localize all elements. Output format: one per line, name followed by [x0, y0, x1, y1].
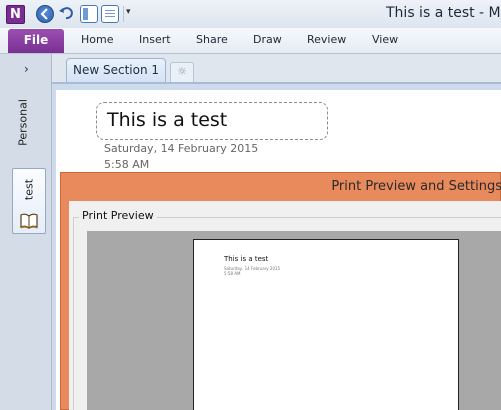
dialog-title: Print Preview and Settings: [331, 179, 501, 194]
print-preview-dialog: Print Preview and Settings Print Preview…: [60, 172, 501, 410]
preview-sheet-title: This is a test: [224, 255, 269, 263]
tab-file[interactable]: File: [8, 29, 64, 53]
ribbon-tabs: File Home Insert Share Draw Review View: [0, 28, 501, 54]
toolbar-separator: [123, 6, 124, 22]
page-date: Saturday, 14 February 2015: [104, 142, 259, 155]
window-title: This is a test - Mi: [386, 5, 501, 21]
page-time: 5:58 AM: [104, 158, 150, 171]
dock-to-desktop-button[interactable]: [80, 5, 98, 23]
page-title[interactable]: This is a test: [107, 109, 227, 131]
preview-sheet: This is a test Saturday, 14 February 201…: [193, 239, 459, 410]
notebook-personal-label: Personal: [16, 99, 30, 146]
undo-button[interactable]: [58, 5, 76, 23]
undo-icon: [59, 7, 73, 20]
expand-navigation-icon[interactable]: ›: [24, 62, 29, 76]
tab-home[interactable]: Home: [81, 33, 113, 46]
dialog-body: Print Preview This is a test Saturday, 1…: [69, 201, 501, 410]
tab-insert[interactable]: Insert: [139, 33, 171, 46]
section-tab-new-section-1[interactable]: New Section 1: [66, 58, 166, 83]
print-preview-area: This is a test Saturday, 14 February 201…: [87, 231, 501, 410]
title-bar: N ▾ This is a test - Mi: [0, 0, 501, 28]
full-page-view-button[interactable]: [101, 5, 119, 23]
tab-view[interactable]: View: [372, 33, 398, 46]
tab-review[interactable]: Review: [307, 33, 346, 46]
open-notebook-icon: [20, 213, 38, 229]
print-preview-label: Print Preview: [79, 209, 157, 222]
notebook-test[interactable]: test: [12, 168, 46, 234]
tab-share[interactable]: Share: [196, 33, 228, 46]
notebook-pane: › Personal test: [0, 54, 52, 410]
tab-draw[interactable]: Draw: [253, 33, 282, 46]
back-arrow-icon: [40, 8, 48, 20]
section-tabs: New Section 1 ☼: [52, 54, 501, 83]
page-title-box[interactable]: This is a test: [96, 102, 328, 140]
create-new-section-icon[interactable]: ☼: [170, 62, 194, 82]
back-button[interactable]: [36, 5, 54, 23]
preview-sheet-time: 5:58 AM: [224, 271, 241, 276]
onenote-app-icon[interactable]: N: [6, 5, 25, 24]
customize-toolbar-icon[interactable]: ▾: [126, 7, 131, 17]
notebook-test-label: test: [22, 178, 36, 201]
